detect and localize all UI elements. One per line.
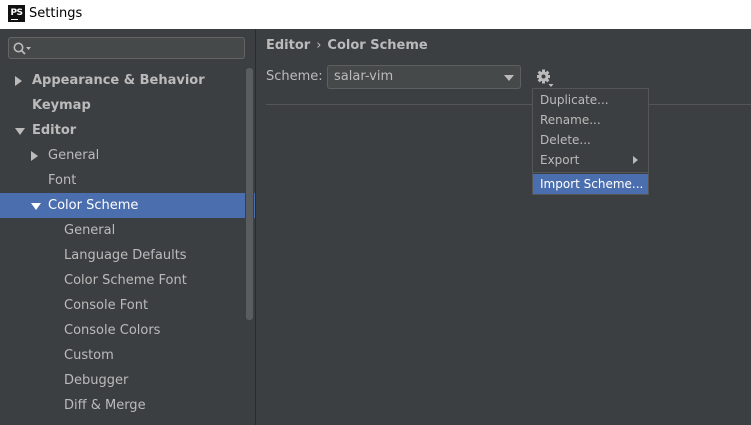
tree-item-general[interactable]: General: [0, 218, 255, 243]
menu-item-label: Export: [540, 153, 580, 167]
tree-item-font[interactable]: Font: [0, 168, 255, 193]
tree-item-label: Custom: [64, 348, 114, 363]
tree-item-label: Keymap: [32, 98, 91, 113]
gear-popup-menu: Duplicate... Rename... Delete... Export Impo…: [532, 88, 649, 195]
menu-item-delete[interactable]: Delete...: [533, 130, 648, 150]
tree-item-label: Console Colors: [64, 323, 161, 338]
header-divider: [266, 104, 751, 105]
tree-item-console-colors[interactable]: Console Colors: [0, 318, 255, 343]
tree-item-general[interactable]: General: [0, 143, 255, 168]
app-logo-icon: PS: [8, 5, 25, 22]
menu-item-label: Import Scheme...: [540, 177, 644, 191]
breadcrumb-item-color-scheme: Color Scheme: [327, 38, 428, 53]
settings-tree: Appearance & Behavior Keymap Editor General…: [0, 68, 255, 418]
window-title: Settings: [29, 6, 83, 21]
main-panel: Editor › Color Scheme Scheme: salar-vim: [256, 29, 751, 425]
menu-item-import-scheme[interactable]: Import Scheme...: [533, 174, 648, 194]
menu-item-duplicate[interactable]: Duplicate...: [533, 90, 648, 110]
settings-window: PS Settings Appearance & Behavior Keymap E…: [0, 0, 751, 425]
tree-item-editor[interactable]: Editor: [0, 118, 255, 143]
tree-item-label: General: [48, 148, 100, 163]
chevron-down-icon[interactable]: [31, 203, 41, 210]
scheme-dropdown[interactable]: salar-vim: [327, 65, 521, 89]
tree-item-label: Color Scheme Font: [64, 273, 187, 288]
tree-item-language-defaults[interactable]: Language Defaults: [0, 243, 255, 268]
settings-sidebar: Appearance & Behavior Keymap Editor General…: [0, 29, 256, 425]
gear-icon[interactable]: [535, 68, 555, 88]
tree-item-label: Font: [48, 173, 77, 188]
menu-item-rename[interactable]: Rename...: [533, 110, 648, 130]
tree-item-label: Debugger: [64, 373, 129, 388]
tree-item-color-scheme[interactable]: Color Scheme: [0, 193, 255, 218]
menu-item-export[interactable]: Export: [533, 150, 648, 170]
chevron-right-icon[interactable]: [31, 151, 38, 161]
tree-item-label: Editor: [32, 123, 77, 138]
breadcrumb-item-editor[interactable]: Editor: [266, 38, 310, 53]
tree-item-custom[interactable]: Custom: [0, 343, 255, 368]
chevron-down-icon: [504, 75, 514, 81]
tree-item-console-font[interactable]: Console Font: [0, 293, 255, 318]
chevron-right-icon[interactable]: [15, 76, 22, 86]
breadcrumb-separator: ›: [316, 38, 322, 53]
tree-item-label: Appearance & Behavior: [32, 73, 205, 88]
menu-separator: [533, 172, 648, 173]
breadcrumb: Editor › Color Scheme: [266, 38, 428, 53]
tree-item-debugger[interactable]: Debugger: [0, 368, 255, 393]
tree-item-appearance-and-behavior[interactable]: Appearance & Behavior: [0, 68, 255, 93]
tree-item-label: Color Scheme: [48, 198, 139, 213]
scheme-label: Scheme:: [266, 69, 323, 84]
tree-item-color-scheme-font[interactable]: Color Scheme Font: [0, 268, 255, 293]
chevron-right-icon: [633, 156, 638, 164]
tree-item-label: Console Font: [64, 298, 149, 313]
search-icon[interactable]: [12, 41, 32, 57]
menu-item-label: Rename...: [540, 113, 601, 127]
tree-item-diff-and-merge[interactable]: Diff & Merge: [0, 393, 255, 418]
menu-item-label: Duplicate...: [540, 93, 609, 107]
chevron-down-icon[interactable]: [15, 128, 25, 135]
tree-item-label: Language Defaults: [64, 248, 187, 263]
settings-search-input[interactable]: [33, 38, 241, 58]
tree-item-label: Diff & Merge: [64, 398, 146, 413]
title-bar: PS Settings: [0, 0, 751, 29]
menu-item-label: Delete...: [540, 133, 591, 147]
scheme-dropdown-value: salar-vim: [334, 69, 394, 84]
sidebar-scrollbar-thumb[interactable]: [246, 68, 253, 320]
tree-item-keymap[interactable]: Keymap: [0, 93, 255, 118]
tree-item-label: General: [64, 223, 116, 238]
settings-search-box[interactable]: [8, 37, 245, 59]
sidebar-scrollbar[interactable]: [245, 68, 254, 425]
